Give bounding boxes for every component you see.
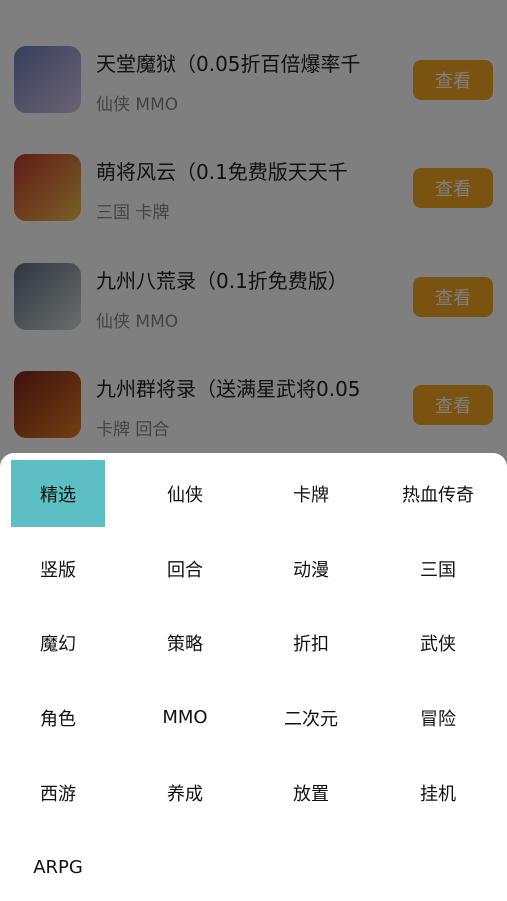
category-arpg[interactable]: ARPG <box>11 834 105 901</box>
category-dongman[interactable]: 动漫 <box>264 535 358 602</box>
category-mohuan[interactable]: 魔幻 <box>11 609 105 676</box>
category-yangcheng[interactable]: 养成 <box>138 759 232 826</box>
category-juese[interactable]: 角色 <box>11 684 105 751</box>
category-xiyou[interactable]: 西游 <box>11 759 105 826</box>
category-huihe[interactable]: 回合 <box>138 535 232 602</box>
category-shuban[interactable]: 竖版 <box>11 535 105 602</box>
category-erciyuan[interactable]: 二次元 <box>264 684 358 751</box>
category-kapai[interactable]: 卡牌 <box>264 460 358 527</box>
category-mmo[interactable]: MMO <box>138 684 232 751</box>
category-guaji[interactable]: 挂机 <box>391 759 485 826</box>
category-jingxuan[interactable]: 精选 <box>11 460 105 527</box>
category-sanguo[interactable]: 三国 <box>391 535 485 602</box>
category-celue[interactable]: 策略 <box>138 609 232 676</box>
category-sheet: 精选 仙侠 卡牌 热血传奇 竖版 回合 动漫 三国 魔幻 策略 折扣 武侠 角色… <box>0 453 507 901</box>
category-xianxia[interactable]: 仙侠 <box>138 460 232 527</box>
category-maoxian[interactable]: 冒险 <box>391 684 485 751</box>
category-zhekou[interactable]: 折扣 <box>264 609 358 676</box>
category-rexuechuanqi[interactable]: 热血传奇 <box>391 460 485 527</box>
category-wuxia[interactable]: 武侠 <box>391 609 485 676</box>
category-fangzhi[interactable]: 放置 <box>264 759 358 826</box>
